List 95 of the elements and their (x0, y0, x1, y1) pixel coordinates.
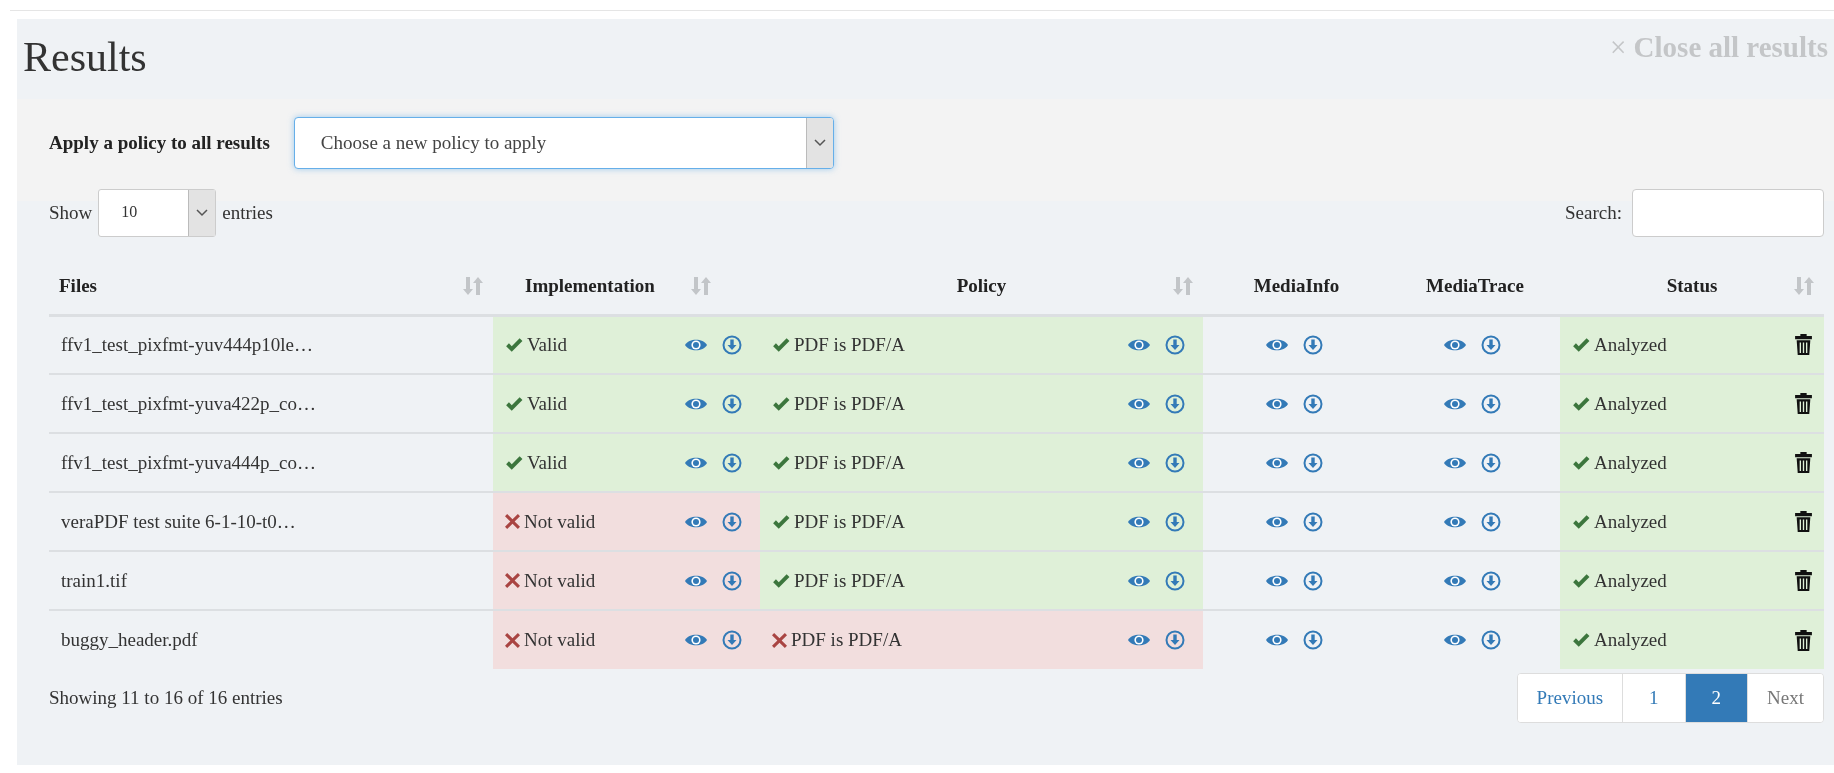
page-button[interactable]: 2 (1684, 674, 1748, 722)
entries-label: entries (222, 202, 273, 224)
cross-icon (772, 632, 787, 648)
trash-icon[interactable] (1795, 334, 1812, 356)
trash-icon[interactable] (1795, 452, 1812, 473)
download-icon[interactable] (1481, 334, 1501, 355)
download-icon[interactable] (1165, 393, 1185, 414)
trash-icon[interactable] (1795, 511, 1812, 532)
check-icon (505, 336, 523, 353)
cross-icon (505, 573, 520, 588)
trash-icon[interactable] (1795, 570, 1812, 591)
download-icon[interactable] (1165, 511, 1185, 532)
policy-select[interactable]: Choose a new policy to apply (293, 117, 834, 169)
result-label: Not valid (524, 510, 596, 533)
file-name: veraPDF test suite 6-1-10-t0… (61, 510, 296, 532)
download-icon[interactable] (722, 334, 742, 355)
download-icon[interactable] (722, 393, 742, 414)
download-icon[interactable] (1302, 570, 1323, 591)
result-label: PDF is PDF/A (794, 569, 905, 592)
column-header-cell[interactable]: Files (49, 259, 493, 315)
file-name: ffv1_test_pixfmt-yuva422p_co… (61, 392, 317, 414)
check-icon (1572, 454, 1590, 471)
result-label: PDF is PDF/A (794, 510, 905, 533)
download-icon[interactable] (722, 511, 742, 532)
caret-icon (813, 139, 826, 147)
file-name: ffv1_test_pixfmt-yuv444p10le… (61, 333, 313, 355)
column-header[interactable]: Policy (956, 275, 1007, 298)
status-label: Analyzed (1594, 510, 1667, 533)
result-label: PDF is PDF/A (794, 333, 905, 356)
download-icon[interactable] (1302, 511, 1323, 532)
download-icon[interactable] (1481, 630, 1501, 650)
check-icon (1572, 513, 1590, 530)
download-icon[interactable] (1481, 511, 1501, 532)
entries-select[interactable]: 10 (98, 189, 217, 237)
column-header[interactable]: Implementation (525, 275, 655, 298)
trash-icon[interactable] (1795, 393, 1812, 414)
status-label: Analyzed (1594, 569, 1667, 592)
eye-icon[interactable] (1127, 632, 1151, 648)
column-header: MediaTrace (1426, 275, 1524, 298)
check-icon (772, 395, 790, 412)
download-icon[interactable] (1165, 334, 1185, 355)
download-icon[interactable] (1302, 452, 1323, 473)
check-icon (772, 454, 790, 471)
file-name: ffv1_test_pixfmt-yuva444p_co… (61, 451, 317, 473)
column-header: MediaInfo (1253, 275, 1340, 298)
trash-icon[interactable] (1795, 629, 1812, 651)
cross-icon (505, 514, 520, 529)
download-icon[interactable] (1165, 570, 1185, 591)
result-label: Valid (527, 333, 568, 356)
check-icon (1572, 395, 1590, 412)
search-field[interactable] (1632, 189, 1824, 237)
check-icon (1572, 572, 1590, 589)
download-icon[interactable] (722, 570, 742, 591)
download-icon[interactable] (1302, 334, 1323, 355)
download-icon[interactable] (1165, 630, 1185, 650)
download-icon[interactable] (722, 452, 742, 473)
check-icon (772, 336, 790, 353)
eye-icon[interactable] (684, 632, 708, 648)
status-label: Analyzed (1594, 629, 1667, 651)
download-icon[interactable] (1481, 570, 1501, 591)
entries-info: Showing 11 to 16 of 16 entries (49, 687, 283, 709)
result-label: Valid (527, 451, 568, 474)
eye-icon[interactable] (1443, 632, 1467, 648)
download-icon[interactable] (1302, 393, 1323, 414)
file-name: train1.tif (61, 569, 127, 591)
cross-icon (505, 632, 520, 648)
caret-icon (196, 209, 209, 217)
check-icon (1572, 336, 1590, 353)
download-icon[interactable] (722, 630, 742, 650)
status-label: Analyzed (1594, 333, 1667, 356)
page-title: Results (23, 33, 147, 81)
status-label: Analyzed (1594, 451, 1667, 474)
result-label: Valid (527, 392, 568, 415)
result-label: Not valid (524, 629, 596, 651)
result-label: PDF is PDF/A (794, 392, 905, 415)
check-icon (772, 513, 790, 530)
check-icon (1572, 632, 1590, 648)
column-header[interactable]: Files (59, 275, 97, 298)
result-label: Not valid (524, 569, 596, 592)
check-icon (772, 572, 790, 589)
column-header[interactable]: Status (1666, 275, 1718, 298)
download-icon[interactable] (1302, 630, 1323, 650)
status-label: Analyzed (1594, 392, 1667, 415)
check-icon (505, 454, 523, 471)
download-icon[interactable] (1481, 393, 1501, 414)
download-icon[interactable] (1165, 452, 1185, 473)
download-icon[interactable] (1481, 452, 1501, 473)
policy-label: Apply a policy to all results (49, 132, 270, 154)
eye-icon[interactable] (1264, 632, 1289, 648)
result-label: PDF is PDF/A (791, 629, 902, 651)
search-label: Search: (1565, 202, 1622, 224)
file-name: buggy_header.pdf (61, 629, 198, 650)
show-label: Show (49, 202, 93, 224)
check-icon (505, 395, 523, 412)
result-label: PDF is PDF/A (794, 451, 905, 474)
